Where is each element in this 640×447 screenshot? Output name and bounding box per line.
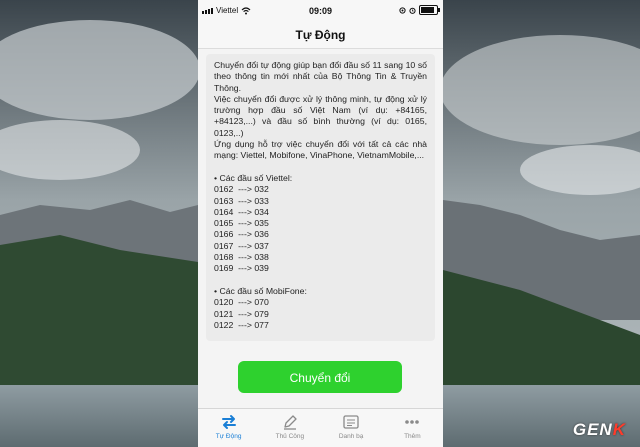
viettel-line: 0167 ---> 037 xyxy=(214,240,269,251)
viettel-line: 0165 ---> 035 xyxy=(214,218,269,229)
tab-manual[interactable]: Thủ Công xyxy=(259,409,320,447)
status-bar: Viettel 09:09 xyxy=(198,0,443,22)
alarm-icon xyxy=(409,7,416,14)
convert-button[interactable]: Chuyển đổi xyxy=(238,361,402,393)
contacts-icon xyxy=(343,415,359,429)
tab-auto[interactable]: Tự Động xyxy=(198,409,259,447)
mobifone-line: 0121 ---> 079 xyxy=(214,308,269,319)
tab-label: Danh bạ xyxy=(338,433,364,440)
tab-label: Thủ Công xyxy=(275,433,305,440)
more-dots-icon xyxy=(405,420,420,424)
viettel-line: 0164 ---> 034 xyxy=(214,206,269,217)
tab-bar: Tự Động Thủ Công Danh bạ Thêm xyxy=(198,408,443,447)
pencil-icon xyxy=(283,415,297,430)
viettel-line: 0166 ---> 036 xyxy=(214,229,269,240)
viettel-line: 0168 ---> 038 xyxy=(214,252,269,263)
viettel-heading: • Các đầu số Viettel: xyxy=(214,172,293,183)
intro-paragraph: Chuyển đổi tự động giúp bạn đổi đầu số 1… xyxy=(214,60,427,93)
smart-paragraph: Việc chuyển đổi được xử lý thông minh, t… xyxy=(214,93,427,138)
mobifone-heading: • Các đầu số MobiFone: xyxy=(214,285,307,296)
tab-contacts[interactable]: Danh bạ xyxy=(321,409,382,447)
swap-arrows-icon xyxy=(221,415,236,429)
phone-screen: Viettel 09:09 Tự Động Chuyển đổi tự động… xyxy=(198,0,443,447)
viettel-line: 0169 ---> 039 xyxy=(214,263,269,274)
genk-watermark-logo: GENK xyxy=(572,420,626,439)
status-right xyxy=(399,5,440,15)
mobifone-line: 0120 ---> 070 xyxy=(214,297,269,308)
info-text: Chuyển đổi tự động giúp bạn đổi đầu số 1… xyxy=(206,54,435,331)
viettel-line: 0163 ---> 033 xyxy=(214,195,269,206)
location-icon xyxy=(399,6,406,14)
viettel-line: 0162 ---> 032 xyxy=(214,184,269,195)
info-panel: Chuyển đổi tự động giúp bạn đổi đầu số 1… xyxy=(206,54,435,341)
battery-icon xyxy=(419,5,440,15)
tab-label: Tự Động xyxy=(215,433,242,440)
tab-more[interactable]: Thêm xyxy=(382,409,443,447)
support-paragraph: Ứng dụng hỗ trợ việc chuyển đổi với tất … xyxy=(214,139,427,161)
page-title: Tự Động xyxy=(198,22,443,49)
tab-label: Thêm xyxy=(404,433,421,440)
mobifone-line: 0122 ---> 077 xyxy=(214,319,269,330)
